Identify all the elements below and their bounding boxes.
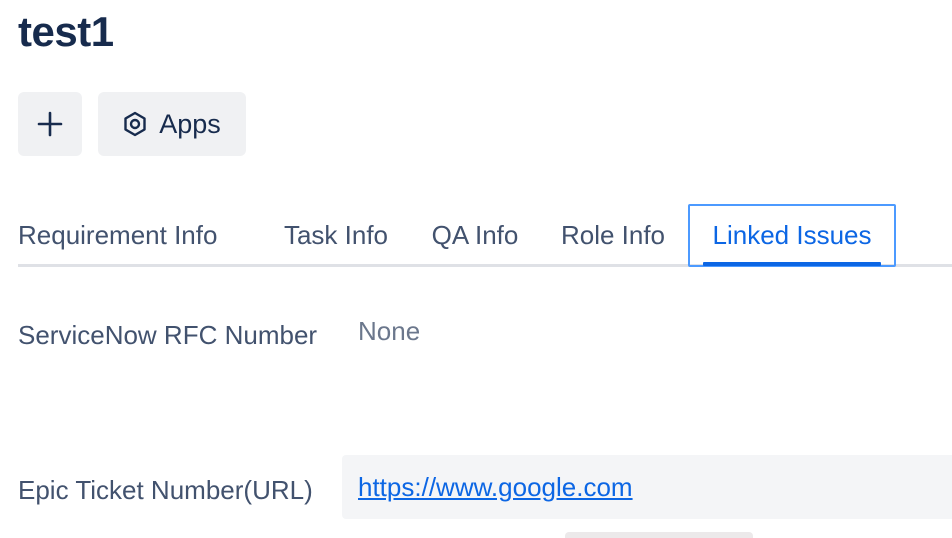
issue-title: test1 [18,8,114,55]
tab-role-info[interactable]: Role Info [552,204,674,266]
apps-button-label: Apps [159,108,221,139]
tab-qa-info[interactable]: QA Info [422,204,528,266]
field-value-epic-ticket[interactable]: https://www.google.com [342,455,952,519]
tab-task-info[interactable]: Task Info [272,204,400,266]
apps-button[interactable]: Apps [98,92,246,156]
field-label-epic-ticket: Epic Ticket Number(URL) [18,475,313,505]
active-tab-indicator [703,262,881,266]
tab-linked-issues[interactable]: Linked Issues [688,204,896,267]
issue-panel: test1 Apps Requirement Info Task Info QA… [0,0,952,538]
field-label-servicenow-rfc: ServiceNow RFC Number [18,320,318,350]
plus-icon [37,111,63,137]
add-button[interactable] [18,92,82,156]
epic-ticket-link[interactable]: https://www.google.com [358,472,633,503]
tab-requirement-info[interactable]: Requirement Info [18,204,246,266]
field-value-servicenow-rfc[interactable]: None [358,316,420,347]
hexagon-gear-icon [123,111,147,137]
popup-edge [565,532,753,538]
